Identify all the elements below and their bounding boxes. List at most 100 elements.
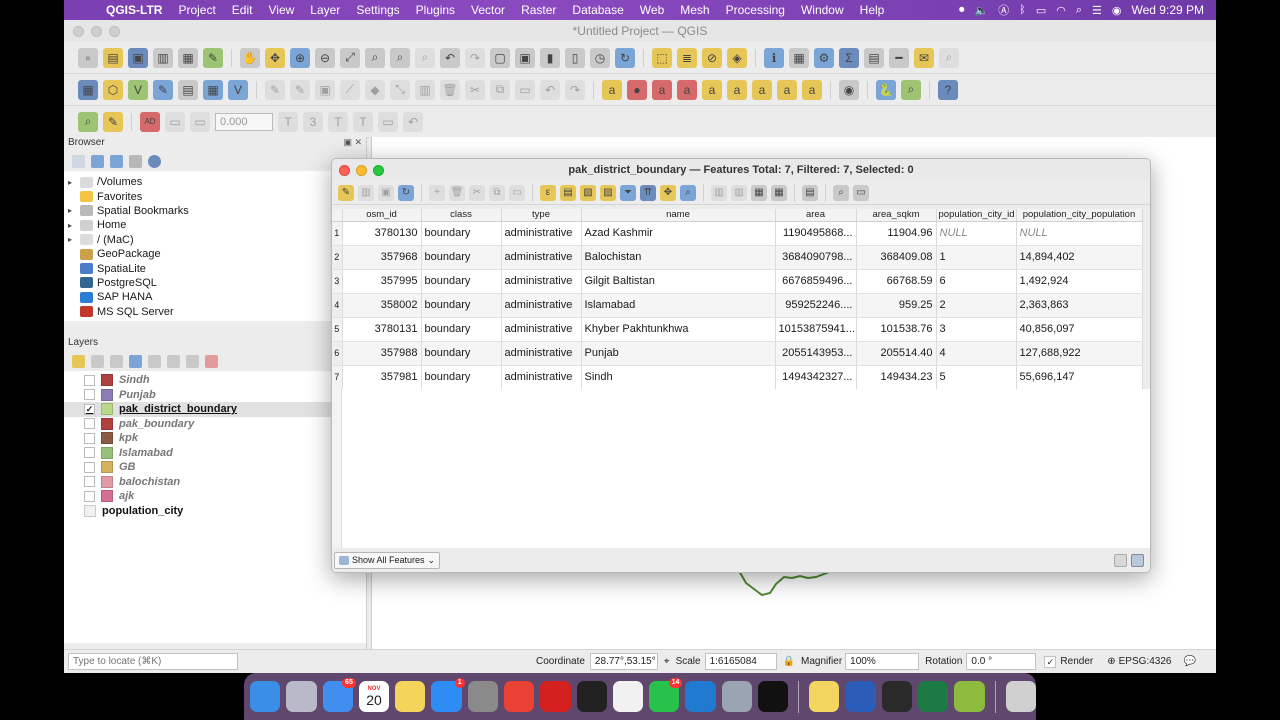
label-properties-icon[interactable]: a <box>777 79 797 100</box>
delete-selected-icon[interactable]: 🗑 <box>440 79 460 100</box>
layer-visibility-checkbox[interactable] <box>84 389 95 401</box>
calendar-icon[interactable]: NOV 20 <box>358 681 390 712</box>
browser-item[interactable]: Oracle <box>64 319 366 321</box>
zoom-full-icon[interactable]: ⤢ <box>340 47 360 68</box>
cut-icon[interactable]: ✂ <box>469 184 485 201</box>
cut-features-icon[interactable]: ✂ <box>465 79 485 100</box>
cad-undo-icon[interactable]: ↶ <box>403 111 423 132</box>
cell-name[interactable]: Azad Kashmir <box>581 221 776 246</box>
zoom-next-icon[interactable]: ↷ <box>465 47 485 68</box>
cell-type[interactable]: administrative <box>501 293 582 318</box>
remove-layer-icon[interactable] <box>205 354 218 368</box>
temporal-controller-icon[interactable]: ◷ <box>590 47 610 68</box>
menu-web[interactable]: Web <box>632 3 672 17</box>
menu-edit[interactable]: Edit <box>224 3 261 17</box>
paste-icon[interactable]: ▭ <box>509 184 525 201</box>
plugin-zoom-icon[interactable]: ⌕ <box>901 79 921 100</box>
measure-icon[interactable]: ━ <box>889 47 909 68</box>
cell-population-city-id[interactable]: 3 <box>936 317 1017 342</box>
data-source-manager-icon[interactable]: ▦ <box>78 79 98 100</box>
table-view-icon[interactable] <box>1131 553 1144 567</box>
cell-area[interactable]: 6676859496... <box>775 269 857 294</box>
cell-population-city-id[interactable]: NULL <box>936 221 1017 246</box>
corner-header[interactable] <box>332 209 343 222</box>
control-center-icon[interactable]: ☰ <box>1092 4 1102 17</box>
menu-help[interactable]: Help <box>852 3 893 17</box>
bluetooth-icon[interactable]: ᛒ <box>1019 4 1026 16</box>
add-vector-icon[interactable]: V <box>128 79 148 100</box>
acrobat-icon[interactable] <box>540 681 571 712</box>
cell-name[interactable]: Balochistan <box>581 245 776 270</box>
zoom-layer-icon[interactable]: ⌕ <box>390 47 410 68</box>
table-row[interactable]: 1 3780130 boundary administrative Azad Kashm… <box>332 221 1143 246</box>
cell-area-sqkm[interactable]: 149434.23 <box>856 365 937 390</box>
copy-features-icon[interactable]: ⧉ <box>490 79 510 100</box>
refresh-icon[interactable] <box>91 154 104 168</box>
render-checkbox[interactable]: ✓ <box>1044 655 1057 668</box>
label-abc-icon[interactable]: a <box>602 79 622 100</box>
row-number[interactable]: 3 <box>332 269 343 294</box>
text-3d-icon[interactable]: 3 <box>303 111 323 132</box>
select-features-icon[interactable]: ⬚ <box>652 47 672 68</box>
zoom-out-icon[interactable]: ⊖ <box>315 47 335 68</box>
save-project-icon[interactable]: ▣ <box>128 47 148 68</box>
modify-attributes-icon[interactable]: ▥ <box>415 79 435 100</box>
browser-item[interactable]: SpatiaLite <box>64 261 366 275</box>
layer-symbol-swatch[interactable] <box>101 388 113 401</box>
map-tips-icon[interactable]: ✉ <box>914 47 934 68</box>
excel-icon[interactable] <box>918 681 949 712</box>
pin-label-icon[interactable]: a <box>652 79 672 100</box>
panel-float-close-icon[interactable]: ▣ ✕ <box>343 137 362 148</box>
search-icon[interactable]: ⌕ <box>1076 4 1082 17</box>
layer-symbol-swatch[interactable] <box>101 490 113 503</box>
cell-area[interactable]: 959252246.... <box>775 293 857 318</box>
column-header-population-city-population[interactable]: population_city_population <box>1016 209 1143 222</box>
cell-area[interactable]: 2055143953... <box>775 341 857 366</box>
crs-label[interactable]: EPSG:4326 <box>1119 656 1172 667</box>
filter-expression-icon[interactable] <box>148 354 161 368</box>
statistics-icon[interactable]: Σ <box>839 47 859 68</box>
show-bookmarks-icon[interactable]: ▯ <box>565 47 585 68</box>
cell-type[interactable]: administrative <box>501 269 582 294</box>
unpinned-labels-icon[interactable]: a <box>802 79 822 100</box>
volume-icon[interactable]: 🔈 <box>975 4 989 17</box>
form-view-icon[interactable] <box>1114 553 1127 567</box>
layer-visibility-checkbox[interactable]: ✓ <box>84 403 95 415</box>
cell-type[interactable]: administrative <box>501 341 582 366</box>
row-number[interactable]: 2 <box>332 245 343 270</box>
save-edits-icon[interactable]: ▣ <box>378 184 394 201</box>
layer-visibility-checkbox[interactable] <box>84 418 95 430</box>
cell-class[interactable]: boundary <box>421 221 502 246</box>
siri-icon[interactable]: ◉ <box>1112 4 1122 17</box>
activity-monitor-icon[interactable] <box>881 681 913 712</box>
crosshair-icon[interactable]: ⌖ <box>664 656 670 667</box>
menu-layer[interactable]: Layer <box>302 3 348 17</box>
cell-population-city-population[interactable]: 55,696,147 <box>1016 365 1143 390</box>
cell-population-city-population[interactable]: 127,688,922 <box>1016 341 1143 366</box>
value-input[interactable] <box>215 112 273 131</box>
cell-class[interactable]: boundary <box>421 269 502 294</box>
table-row[interactable]: 4 358002 boundary administrative Islamabad 95… <box>332 293 1143 318</box>
manage-themes-icon[interactable] <box>110 354 123 368</box>
qgis-icon[interactable] <box>954 681 985 712</box>
cell-area-sqkm[interactable]: 101538.76 <box>856 317 937 342</box>
python-console-icon[interactable]: 🐍 <box>876 79 896 100</box>
utility-icon[interactable] <box>721 681 752 712</box>
table-row[interactable]: 2 357968 boundary administrative Balochistan… <box>332 245 1143 270</box>
deselect-icon[interactable]: ⊘ <box>702 47 722 68</box>
cell-osm-id[interactable]: 3780131 <box>342 317 422 342</box>
refresh-icon[interactable]: ↻ <box>615 47 635 68</box>
cell-population-city-population[interactable]: 14,894,402 <box>1016 245 1143 270</box>
layer-item[interactable]: kpk <box>64 431 366 446</box>
zoom-native-icon[interactable]: ⌕ <box>415 47 435 68</box>
cell-area[interactable]: 1494342327... <box>775 365 857 390</box>
scale-field[interactable]: 1:6165084 <box>704 653 777 670</box>
whatsapp-icon[interactable]: 14 <box>649 678 683 712</box>
terminal-icon[interactable] <box>576 681 607 712</box>
cell-population-city-population[interactable]: 1,492,924 <box>1016 269 1143 294</box>
table-row[interactable]: 3 357995 boundary administrative Gilgit Balt… <box>332 269 1143 294</box>
cell-population-city-id[interactable]: 4 <box>936 341 1017 366</box>
cell-type[interactable]: administrative <box>501 365 582 390</box>
new-geopackage-icon[interactable]: ⬡ <box>103 79 123 100</box>
actions-icon[interactable]: ▭ <box>853 184 869 201</box>
